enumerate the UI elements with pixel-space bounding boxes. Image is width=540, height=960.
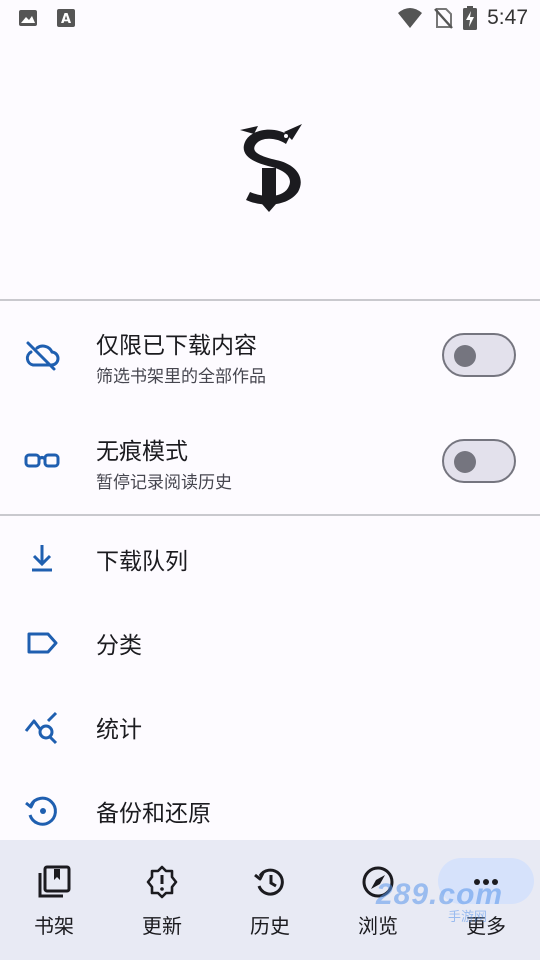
incognito-mode-switch[interactable] <box>442 439 516 483</box>
stats-search-icon <box>24 711 58 745</box>
svg-text:A: A <box>61 12 71 27</box>
history-icon <box>254 868 284 896</box>
downloaded-only-subtitle: 筛选书架里的全部作品 <box>96 367 266 387</box>
wifi-icon <box>398 8 423 28</box>
snake-s-logo-icon <box>240 124 302 212</box>
menu-item-categories[interactable]: 分类 <box>0 601 540 685</box>
menu-item-label: 下载队列 <box>96 549 188 575</box>
a-text-icon: A <box>57 9 75 27</box>
more-dots-icon <box>474 879 498 885</box>
status-bar: A 5:47 <box>0 0 540 36</box>
compass-icon <box>362 866 394 898</box>
menu-item-label: 分类 <box>96 633 142 659</box>
cloud-off-icon <box>25 341 60 371</box>
downloaded-only-row[interactable]: 仅限已下载内容 筛选书架里的全部作品 <box>0 302 540 408</box>
incognito-mode-row[interactable]: 无痕模式 暂停记录阅读历史 <box>0 408 540 514</box>
menu-item-label: 统计 <box>96 717 142 743</box>
nav-updates[interactable]: 更新 <box>108 840 216 960</box>
library-icon <box>38 865 71 898</box>
switch-knob <box>454 345 476 367</box>
switch-knob <box>454 451 476 473</box>
nav-more[interactable]: 更多 <box>432 840 540 960</box>
restore-icon <box>25 796 57 826</box>
downloaded-only-switch[interactable] <box>442 333 516 377</box>
nav-label: 更多 <box>466 914 506 938</box>
bottom-navigation: 书架 更新 历史 浏览 更多 <box>0 840 540 960</box>
divider <box>0 514 540 516</box>
downloaded-only-title: 仅限已下载内容 <box>96 333 257 359</box>
image-icon <box>19 10 37 26</box>
menu-item-stats[interactable]: 统计 <box>0 685 540 769</box>
incognito-mode-title: 无痕模式 <box>96 439 188 465</box>
nav-history[interactable]: 历史 <box>216 840 324 960</box>
label-icon <box>27 632 58 654</box>
no-sim-icon <box>434 8 454 29</box>
incognito-mode-subtitle: 暂停记录阅读历史 <box>96 473 232 493</box>
status-time: 5:47 <box>487 6 528 29</box>
nav-label: 浏览 <box>358 914 398 938</box>
divider <box>0 299 540 301</box>
download-icon <box>32 545 52 572</box>
menu-item-label: 备份和还原 <box>96 801 211 827</box>
nav-label: 更新 <box>142 914 182 938</box>
nav-browse[interactable]: 浏览 <box>324 840 432 960</box>
alert-badge-icon <box>146 865 178 899</box>
menu-item-download-queue[interactable]: 下载队列 <box>0 517 540 601</box>
nav-label: 书架 <box>34 914 74 938</box>
nav-label: 历史 <box>250 914 290 938</box>
glasses-icon <box>24 453 60 468</box>
nav-library[interactable]: 书架 <box>0 840 108 960</box>
battery-charging-icon <box>463 6 478 30</box>
app-logo-area <box>0 36 540 300</box>
